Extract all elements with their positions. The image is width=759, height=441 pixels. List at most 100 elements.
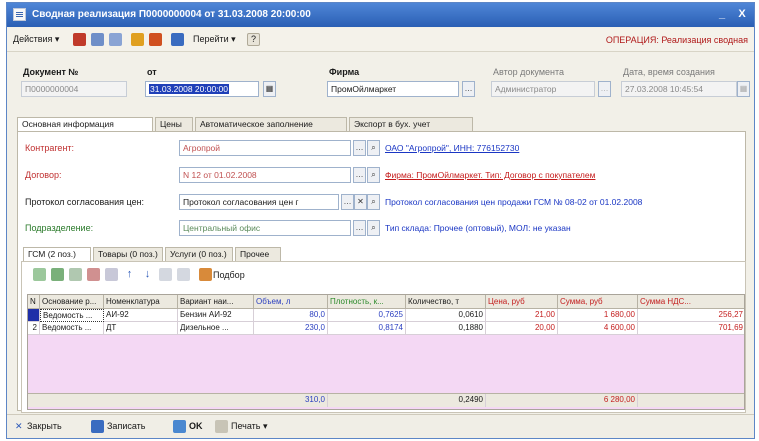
move-up-icon[interactable]: ↑: [123, 268, 136, 281]
col-vat[interactable]: Сумма НДС...: [638, 295, 744, 309]
sort-asc-icon[interactable]: [159, 268, 172, 281]
tab-export[interactable]: Экспорт в бух. учет: [349, 117, 473, 131]
created-calendar-icon[interactable]: ▦: [737, 81, 750, 97]
minimize-button[interactable]: _: [714, 7, 730, 22]
tab-gsm[interactable]: ГСМ (2 поз.): [23, 247, 91, 262]
contract-field[interactable]: N 12 от 01.02.2008: [179, 167, 351, 183]
contractor-search-icon[interactable]: ⌕: [367, 140, 380, 156]
copy-icon[interactable]: [91, 33, 104, 46]
tab-services[interactable]: Услуги (0 поз.): [165, 247, 233, 261]
actions-menu[interactable]: Действия ▾: [13, 34, 59, 45]
row-volume[interactable]: 230,0: [254, 322, 328, 335]
table-row[interactable]: 2 Ведомость ... ДТ Дизельное ... 230,0 0…: [28, 322, 744, 335]
row-qty[interactable]: 0,0610: [406, 309, 486, 322]
save-icon[interactable]: [91, 420, 104, 433]
row-variant[interactable]: Дизельное ...: [178, 322, 254, 335]
col-sum[interactable]: Сумма, руб: [558, 295, 638, 309]
save-button[interactable]: Записать: [107, 421, 145, 431]
row-volume[interactable]: 80,0: [254, 309, 328, 322]
protocol-select-button[interactable]: …: [341, 194, 354, 210]
row-price[interactable]: 21,00: [486, 309, 558, 322]
tab-goods[interactable]: Товары (0 поз.): [93, 247, 163, 261]
col-nomenclature[interactable]: Номенклатура: [104, 295, 178, 309]
pick-button[interactable]: Подбор: [213, 270, 245, 280]
close-form-button[interactable]: Закрыть: [27, 421, 62, 431]
row-nomenclature[interactable]: АИ-92: [104, 309, 178, 322]
help-button[interactable]: ?: [247, 33, 260, 46]
author-label: Автор документа: [493, 67, 565, 77]
add-row-icon[interactable]: [33, 268, 46, 281]
created-label: Дата, время создания: [623, 67, 715, 77]
row-density[interactable]: 0,8174: [328, 322, 406, 335]
row-price[interactable]: 20,00: [486, 322, 558, 335]
firm-select-button[interactable]: …: [462, 81, 475, 97]
author-select-button[interactable]: …: [598, 81, 611, 97]
tab-autofill[interactable]: Автоматическое заполнение: [195, 117, 347, 131]
print-icon[interactable]: [215, 420, 228, 433]
date-value: 31.03.2008 20:00:00: [149, 84, 229, 94]
sort-desc-icon[interactable]: [177, 268, 190, 281]
contractor-field[interactable]: Агропрой: [179, 140, 351, 156]
tab-other[interactable]: Прочее: [235, 247, 281, 261]
ok-button[interactable]: OK: [189, 421, 203, 431]
protocol-search-icon[interactable]: ⌕: [367, 194, 380, 210]
goto-menu[interactable]: Перейти ▾: [193, 34, 236, 45]
tab-main-info[interactable]: Основная информация: [17, 117, 153, 132]
protocol-field[interactable]: Протокол согласования цен г: [179, 194, 339, 210]
post-icon[interactable]: [149, 33, 162, 46]
edit-icon[interactable]: [109, 33, 122, 46]
firm-label: Фирма: [329, 67, 360, 77]
row-vat[interactable]: 701,69: [638, 322, 744, 335]
created-field[interactable]: 27.03.2008 10:45:54: [621, 81, 737, 97]
edit-row-icon[interactable]: [69, 268, 82, 281]
row-basis[interactable]: Ведомость ...: [40, 322, 104, 335]
division-select-button[interactable]: …: [353, 220, 366, 236]
col-density[interactable]: Плотность, к...: [328, 295, 406, 309]
table-row[interactable]: 1 Ведомость ... АИ-92 Бензин АИ-92 80,0 …: [28, 309, 744, 322]
firm-field[interactable]: ПромОйлмаркет: [327, 81, 459, 97]
close-icon[interactable]: ✕: [15, 421, 23, 432]
delete-icon[interactable]: [73, 33, 86, 46]
division-search-icon[interactable]: ⌕: [367, 220, 380, 236]
title-bar[interactable]: Сводная реализация П0000000004 от 31.03.…: [7, 3, 754, 27]
col-qty[interactable]: Количество, т: [406, 295, 486, 309]
contractor-info-link[interactable]: ОАО "Агропрой", ИНН: 776152730: [385, 143, 519, 153]
contract-search-icon[interactable]: ⌕: [367, 167, 380, 183]
col-price[interactable]: Цена, руб: [486, 295, 558, 309]
doc-no-field[interactable]: П0000000004: [21, 81, 127, 97]
contract-info-link[interactable]: Фирма: ПромОйлмаркет. Тип: Договор с пок…: [385, 170, 595, 180]
row-density[interactable]: 0,7625: [328, 309, 406, 322]
copy-row-icon[interactable]: [51, 268, 64, 281]
contractor-select-button[interactable]: …: [353, 140, 366, 156]
author-field[interactable]: Администратор: [491, 81, 595, 97]
date-field[interactable]: 31.03.2008 20:00:00: [145, 81, 259, 97]
calendar-icon[interactable]: ▦: [263, 81, 276, 97]
col-variant[interactable]: Вариант наи...: [178, 295, 254, 309]
division-field[interactable]: Центральный офис: [179, 220, 351, 236]
col-n[interactable]: N: [28, 295, 40, 309]
delete-row-icon[interactable]: [87, 268, 100, 281]
row-vat[interactable]: 256,27: [638, 309, 744, 322]
row-variant[interactable]: Бензин АИ-92: [178, 309, 254, 322]
row-qty[interactable]: 0,1880: [406, 322, 486, 335]
end-edit-icon[interactable]: [105, 268, 118, 281]
row-number: 1: [28, 309, 40, 322]
ok-icon[interactable]: [173, 420, 186, 433]
document-icon: [13, 8, 26, 21]
move-down-icon[interactable]: ↓: [141, 268, 154, 281]
print-menu[interactable]: Печать ▾: [231, 421, 268, 432]
pick-icon[interactable]: [199, 268, 212, 281]
row-sum[interactable]: 1 680,00: [558, 309, 638, 322]
protocol-clear-icon[interactable]: ✕: [354, 194, 367, 210]
contract-select-button[interactable]: …: [353, 167, 366, 183]
structure-icon[interactable]: [131, 33, 144, 46]
row-nomenclature[interactable]: ДТ: [104, 322, 178, 335]
row-basis[interactable]: Ведомость ...: [40, 309, 104, 322]
report-icon[interactable]: [171, 33, 184, 46]
bottom-bar: ✕ Закрыть Записать OK Печать ▾: [7, 414, 754, 438]
col-basis[interactable]: Основание р...: [40, 295, 104, 309]
col-volume[interactable]: Объем, л: [254, 295, 328, 309]
tab-prices[interactable]: Цены: [155, 117, 193, 131]
close-button[interactable]: X: [734, 7, 750, 22]
row-sum[interactable]: 4 600,00: [558, 322, 638, 335]
